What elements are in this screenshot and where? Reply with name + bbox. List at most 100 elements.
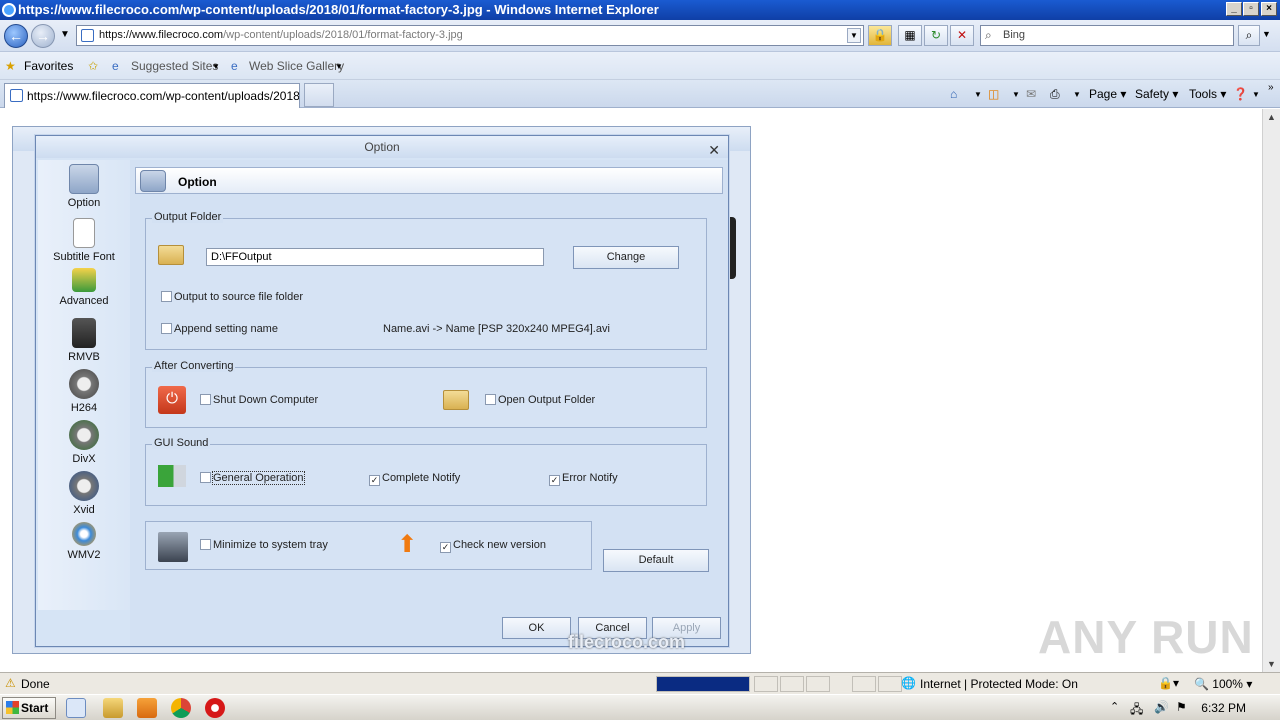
tab-active[interactable]: https://www.filecroco.com/wp-content/upl… xyxy=(4,83,300,108)
close-window-button[interactable]: × xyxy=(1261,2,1277,16)
tray-flag-icon[interactable]: ⚑ xyxy=(1176,700,1187,714)
sidebar-item-rmvb[interactable]: RMVB xyxy=(38,318,130,363)
tray-expand-icon[interactable]: ⌃ xyxy=(1110,700,1119,713)
check-version-checkbox[interactable]: ✓ Check new version xyxy=(440,539,546,553)
check-version-box[interactable]: ✓ xyxy=(440,542,451,553)
complete-notify-box[interactable]: ✓ xyxy=(369,475,380,486)
vertical-scrollbar[interactable]: ▲ ▼ xyxy=(1262,109,1280,672)
windows-logo-icon xyxy=(6,701,19,714)
search-input[interactable]: ⌕ Bing xyxy=(980,25,1234,46)
taskbar-clock[interactable]: 6:32 PM xyxy=(1201,701,1246,715)
general-operation-box[interactable] xyxy=(200,472,211,483)
scroll-up-icon[interactable]: ▲ xyxy=(1267,112,1276,122)
output-to-source-checkbox[interactable]: Output to source file folder xyxy=(161,291,303,303)
status-cell-2 xyxy=(780,676,804,692)
protected-mode-icon[interactable]: 🔒▾ xyxy=(1158,676,1179,690)
zoom-level[interactable]: 🔍 100% ▾ xyxy=(1194,677,1252,691)
print-dropdown-icon[interactable]: ▼ xyxy=(1073,90,1081,99)
shutdown-box[interactable] xyxy=(200,394,211,405)
anyrun-watermark: ANY RUN xyxy=(1038,611,1254,663)
sidebar-item-advanced[interactable]: Advanced xyxy=(38,268,130,307)
page-menu[interactable]: Page ▾ xyxy=(1089,87,1126,101)
rmvb-clapper-icon xyxy=(72,318,96,348)
search-button[interactable]: ⌕ xyxy=(1238,25,1260,46)
more-commands-icon[interactable]: » xyxy=(1268,82,1274,93)
default-button[interactable]: Default xyxy=(603,549,709,572)
shutdown-checkbox[interactable]: Shut Down Computer xyxy=(200,394,318,406)
tools-menu[interactable]: Tools ▾ xyxy=(1189,87,1226,101)
address-dropdown-icon[interactable]: ▼ xyxy=(847,28,861,43)
general-operation-checkbox[interactable]: General Operation xyxy=(200,471,305,485)
warning-icon: ⚠ xyxy=(5,676,16,690)
minimize-button[interactable]: _ xyxy=(1226,2,1242,16)
ie-logo-icon xyxy=(2,3,16,17)
compat-view-icon[interactable]: ▦ xyxy=(898,25,922,46)
taskbar-ie-icon[interactable] xyxy=(66,698,86,718)
new-tab-button[interactable] xyxy=(304,83,334,107)
suggested-dropdown-icon[interactable]: ▼ xyxy=(212,62,220,71)
stop-icon[interactable]: ✕ xyxy=(950,25,974,46)
sidebar-label-divx: DivX xyxy=(72,453,96,465)
print-icon[interactable]: ⎙ xyxy=(1050,87,1060,102)
taskbar-chrome-icon[interactable] xyxy=(171,698,191,718)
minimize-tray-box[interactable] xyxy=(200,539,211,550)
lock-icon[interactable]: 🔒 xyxy=(868,25,892,46)
forward-button[interactable]: → xyxy=(31,24,55,48)
help-icon[interactable]: ❓ xyxy=(1233,87,1248,101)
browser-title-bar: https://www.filecroco.com/wp-content/upl… xyxy=(0,0,1280,20)
ok-button[interactable]: OK xyxy=(502,617,571,639)
web-slice-dropdown-icon[interactable]: ▼ xyxy=(335,62,343,71)
address-bar[interactable]: https://www.filecroco.com/wp-content/upl… xyxy=(76,25,864,46)
tray-volume-icon[interactable]: 🔊 xyxy=(1154,700,1169,714)
sidebar-item-divx[interactable]: DivX xyxy=(38,420,130,465)
feeds-dropdown-icon[interactable]: ▼ xyxy=(1012,90,1020,99)
restore-button[interactable]: ▫ xyxy=(1243,2,1259,16)
sidebar-item-h264[interactable]: H264 xyxy=(38,369,130,414)
favorites-button[interactable]: Favorites xyxy=(24,59,73,73)
home-icon[interactable]: ⌂ xyxy=(950,87,957,101)
open-output-checkbox[interactable]: Open Output Folder xyxy=(485,394,595,406)
scroll-down-icon[interactable]: ▼ xyxy=(1267,659,1276,669)
safety-menu-label: Safety xyxy=(1135,87,1170,101)
home-dropdown-icon[interactable]: ▼ xyxy=(974,90,982,99)
minimize-tray-checkbox[interactable]: Minimize to system tray xyxy=(200,539,328,551)
history-dropdown-icon[interactable]: ▼ xyxy=(60,29,70,40)
sidebar-item-xvid[interactable]: Xvid xyxy=(38,471,130,516)
append-setting-checkbox[interactable]: Append setting name xyxy=(161,323,278,335)
start-button[interactable]: Start xyxy=(2,697,56,719)
taskbar-explorer-icon[interactable] xyxy=(103,698,123,718)
favorites-star-icon: ★ xyxy=(5,59,16,73)
output-folder-legend: Output Folder xyxy=(152,211,224,223)
open-output-box[interactable] xyxy=(485,394,496,405)
window-title: https://www.filecroco.com/wp-content/upl… xyxy=(18,2,659,17)
error-notify-box[interactable]: ✓ xyxy=(549,475,560,486)
sidebar-label-h264: H264 xyxy=(70,402,98,414)
error-notify-checkbox[interactable]: ✓ Error Notify xyxy=(549,472,618,486)
web-slice-gallery-link[interactable]: Web Slice Gallery xyxy=(249,59,344,73)
help-dropdown-icon[interactable]: ▼ xyxy=(1252,90,1260,99)
back-button[interactable]: ← xyxy=(4,24,28,48)
sidebar-item-subtitle-font[interactable]: Subtitle Font xyxy=(38,218,130,263)
taskbar-opera-icon[interactable] xyxy=(205,698,225,718)
sidebar-item-wmv2[interactable]: WMV2 xyxy=(38,522,130,561)
safety-menu[interactable]: Safety ▾ xyxy=(1135,87,1178,101)
search-placeholder: Bing xyxy=(1003,29,1026,41)
feeds-icon[interactable]: ◫ xyxy=(988,87,999,101)
sidebar-item-option[interactable]: Option xyxy=(38,164,130,209)
option-header-title: Option xyxy=(178,175,217,189)
taskbar-media-player-icon[interactable] xyxy=(137,698,157,718)
change-folder-button[interactable]: Change xyxy=(573,246,679,269)
add-favorite-icon[interactable]: ✩ xyxy=(88,59,98,73)
output-to-source-box[interactable] xyxy=(161,291,172,302)
mail-icon[interactable]: ✉ xyxy=(1026,87,1036,101)
complete-notify-checkbox[interactable]: ✓ Complete Notify xyxy=(369,472,460,486)
zone-text: Internet | Protected Mode: On xyxy=(920,677,1078,691)
progress-bar xyxy=(656,676,750,692)
dialog-close-icon[interactable]: ✕ xyxy=(708,139,720,161)
output-folder-path-input[interactable]: D:\FFOutput xyxy=(206,248,544,266)
tray-network-icon[interactable]: 🖧 xyxy=(1130,700,1143,720)
suggested-sites-link[interactable]: Suggested Sites xyxy=(131,59,218,73)
search-options-icon[interactable]: ▼ xyxy=(1262,29,1271,39)
refresh-icon[interactable]: ↻ xyxy=(924,25,948,46)
append-setting-box[interactable] xyxy=(161,323,172,334)
